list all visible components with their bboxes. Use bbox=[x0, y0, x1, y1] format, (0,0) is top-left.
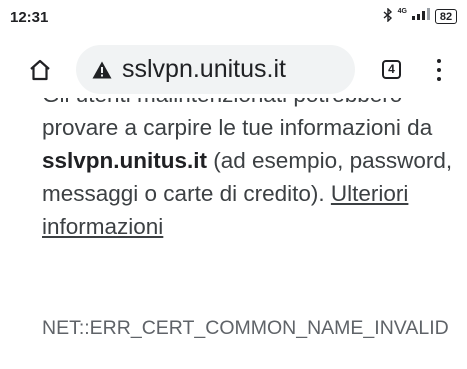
signal-icon bbox=[412, 7, 430, 25]
home-button[interactable] bbox=[28, 58, 52, 82]
status-time: 12:31 bbox=[10, 9, 49, 26]
address-bar[interactable]: sslvpn.unitus.it bbox=[76, 45, 355, 94]
overflow-menu-button[interactable] bbox=[436, 59, 442, 81]
tab-switcher-button[interactable]: 4 bbox=[382, 60, 401, 79]
battery-indicator: 82 bbox=[435, 8, 457, 24]
partial-line-text: Gli utenti malintenzionati bbox=[42, 98, 287, 107]
menu-dot-icon bbox=[437, 68, 441, 72]
status-bar: 12:31 4G 82 bbox=[0, 0, 467, 34]
host-name: sslvpn.unitus.it bbox=[42, 148, 208, 173]
menu-dot-icon bbox=[437, 77, 441, 81]
warning-icon[interactable] bbox=[92, 61, 112, 79]
home-icon bbox=[30, 59, 50, 81]
url-text[interactable]: sslvpn.unitus.it bbox=[122, 55, 286, 84]
network-type-label: 4G bbox=[397, 7, 407, 15]
warning-paragraph: Gli utenti malintenzionati potrebbero pr… bbox=[42, 98, 462, 243]
bluetooth-icon bbox=[383, 6, 393, 25]
interstitial-content: Gli utenti malintenzionati potrebbero pr… bbox=[42, 98, 462, 369]
error-code: NET::ERR_CERT_COMMON_NAME_INVALID bbox=[42, 317, 449, 339]
menu-dot-icon bbox=[437, 59, 441, 63]
browser-toolbar: sslvpn.unitus.it 4 bbox=[0, 34, 467, 98]
status-icons: 4G 82 bbox=[383, 6, 457, 25]
